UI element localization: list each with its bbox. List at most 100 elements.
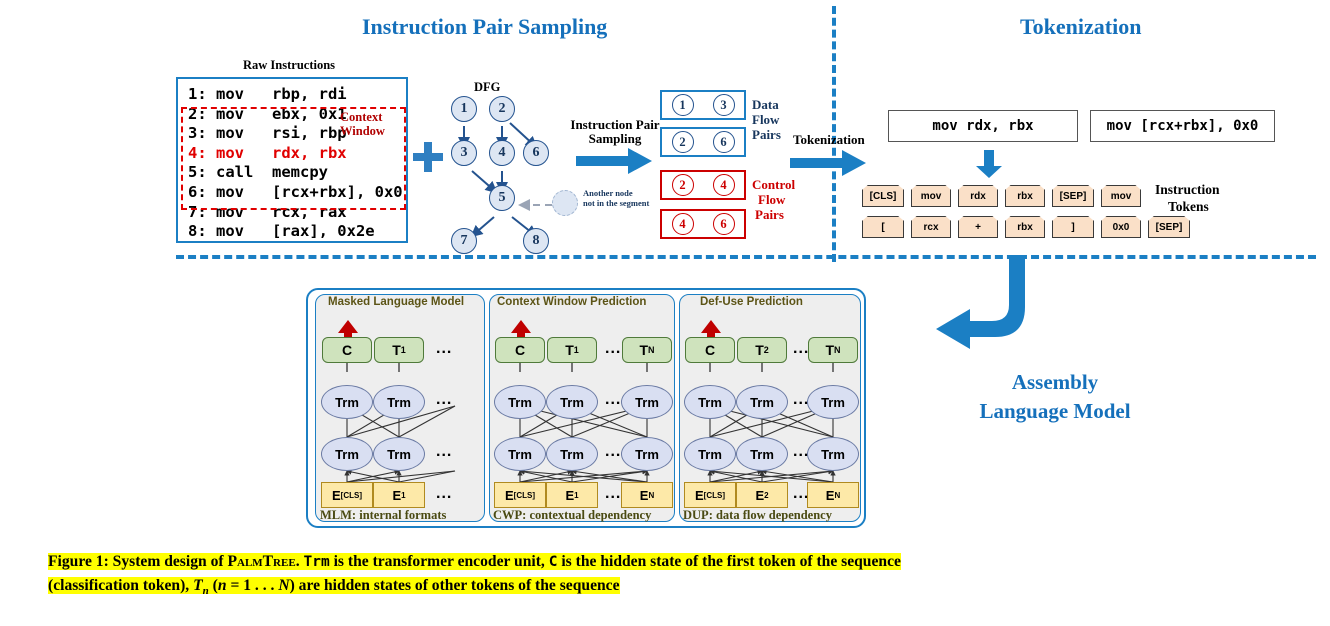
cwp-trm-l1-c1: Trm — [494, 437, 546, 471]
dup-emb-2-sub: 2 — [764, 490, 769, 500]
cwp-output-c-label: C — [514, 342, 526, 358]
caption-n2: N — [278, 577, 290, 594]
cwp-embedding-1: E1 — [546, 482, 598, 508]
data-flow-pair-row: 1 3 — [660, 90, 746, 120]
token: [CLS] — [862, 185, 904, 207]
token: ] — [1052, 216, 1094, 238]
token-row-1: [CLS] mov rdx rbx [SEP] mov — [862, 185, 1141, 207]
panel-title-cwp: Context Window Prediction — [497, 296, 647, 308]
token: mov — [911, 185, 951, 207]
dup-trm-l2-c2: Trm — [736, 385, 788, 419]
cwp-emb-cls-sub: [CLS] — [513, 490, 535, 500]
dup-emb-cls-main: E — [695, 487, 704, 503]
dup-output-c: C — [685, 337, 735, 363]
sampling-arrow-label-line2: Sampling — [588, 131, 642, 146]
assembly-language-model-line2: Language Model — [979, 399, 1131, 423]
code-line: 5: call memcpy — [188, 163, 328, 182]
dup-emb-n-main: E — [825, 487, 835, 503]
control-flow-pair-row: 2 4 — [660, 170, 746, 200]
cwp-output-tn: TN — [622, 337, 672, 363]
mlm-emb-cls-main: E — [332, 487, 341, 503]
token: rdx — [958, 185, 998, 207]
instruction-tokens-label-line2: Tokens — [1168, 199, 1209, 214]
mlm-output-t1-sub: 1 — [400, 345, 406, 355]
dfg-node-2: 2 — [489, 96, 515, 122]
ghost-note-line2: not in the segment — [583, 198, 650, 208]
instruction-box-2: mov [rcx+rbx], 0x0 — [1090, 110, 1275, 142]
assembly-language-model-line1: Assembly — [1011, 370, 1099, 394]
mlm-output-t1-main: T — [392, 342, 401, 358]
tokenize-down-arrow-icon — [976, 150, 1002, 178]
instruction-tokens-label-line1: Instruction — [1155, 182, 1220, 197]
data-flow-pairs-label-2: Flow — [752, 112, 780, 127]
dfg-node-5: 5 — [489, 185, 515, 211]
dfg-node-8: 8 — [523, 228, 549, 254]
token-row-2: [ rcx + rbx ] 0x0 [SEP] — [862, 216, 1190, 238]
dfg-node-3: 3 — [451, 140, 477, 166]
context-window-label-line2: Window — [340, 124, 385, 138]
pair-node: 3 — [712, 94, 735, 116]
mlm-emb-1-main: E — [392, 487, 402, 503]
dup-embedding-2: E2 — [736, 482, 788, 508]
cwp-emb-1-main: E — [565, 487, 575, 503]
tokenization-arrow-icon — [790, 150, 866, 176]
code-line-highlighted: 4: mov rdx, rbx — [188, 143, 347, 162]
pair-node: 2 — [671, 131, 694, 153]
cwp-emb-dots: ... — [605, 485, 622, 502]
caption-l1d: is the hidden state of the first token o… — [557, 553, 901, 570]
cwp-embedding-n: EN — [621, 482, 673, 508]
dup-output-tn: TN — [808, 337, 858, 363]
sampling-arrow-icon — [576, 148, 652, 174]
mlm-output-c-label: C — [341, 342, 353, 358]
pair-node: 6 — [712, 213, 735, 235]
panel-title-mlm: Masked Language Model — [328, 296, 465, 308]
dup-trm-l1-cn: Trm — [807, 437, 859, 471]
data-flow-pairs-label-3: Pairs — [752, 127, 781, 142]
raw-instructions-title: Raw Instructions — [243, 58, 336, 72]
context-window-label-line1: Context — [340, 110, 383, 124]
control-flow-pairs-label-3: Pairs — [755, 207, 784, 222]
dup-trm-l1-c1: Trm — [684, 437, 736, 471]
cwp-embedding-cls: E [CLS] — [494, 482, 546, 508]
panel-title-dup: Def-Use Prediction — [700, 296, 803, 308]
panel-footer-cwp: CWP: contextual dependency — [493, 508, 652, 522]
dup-output-tn-sub: N — [834, 345, 841, 355]
token: rcx — [911, 216, 951, 238]
control-flow-pairs-label-1: Control — [752, 177, 796, 192]
cwp-top-dots: ... — [605, 340, 622, 357]
cwp-trm-l2-c2: Trm — [546, 385, 598, 419]
control-flow-pairs-label-2: Flow — [758, 192, 786, 207]
token: rbx — [1005, 185, 1045, 207]
cwp-trm-l2-c1: Trm — [494, 385, 546, 419]
code-line: 1: mov rbp, rdi — [188, 85, 347, 103]
mlm-emb-cls-sub: [CLS] — [340, 490, 362, 500]
pair-node: 6 — [712, 131, 735, 153]
pair-node: 4 — [712, 174, 735, 196]
data-flow-pairs-label-1: Data — [752, 97, 779, 112]
cwp-output-tn-sub: N — [648, 345, 655, 355]
token: [ — [862, 216, 904, 238]
token: [SEP] — [1148, 216, 1190, 238]
cwp-emb-n-sub: N — [648, 490, 655, 500]
token: 0x0 — [1101, 216, 1141, 238]
dfg-title: DFG — [474, 80, 501, 94]
token: rbx — [1005, 216, 1045, 238]
caption-prefix: Figure 1: System design of — [48, 553, 228, 570]
cwp-trm-l2-cn: Trm — [621, 385, 673, 419]
cwp-trm-l1-cn: Trm — [621, 437, 673, 471]
cwp-output-t1-main: T — [565, 342, 574, 358]
cwp-output-t1: T1 — [547, 337, 597, 363]
dup-trm-l2-cn: Trm — [807, 385, 859, 419]
mlm-output-t1: T1 — [374, 337, 424, 363]
cwp-output-tn-main: T — [639, 342, 649, 358]
caption-l2a: (classification token), — [48, 577, 194, 594]
cwp-emb-n-main: E — [639, 487, 649, 503]
horizontal-divider — [176, 255, 1316, 259]
dup-emb-n-sub: N — [834, 490, 841, 500]
ghost-note-line1: Another node — [583, 188, 633, 198]
dfg-node-1: 1 — [451, 96, 477, 122]
dfg-node-ghost — [552, 190, 578, 216]
token: [SEP] — [1052, 185, 1094, 207]
mlm-emb-dots: ... — [436, 485, 453, 502]
caption-l2b: ( — [208, 577, 218, 594]
